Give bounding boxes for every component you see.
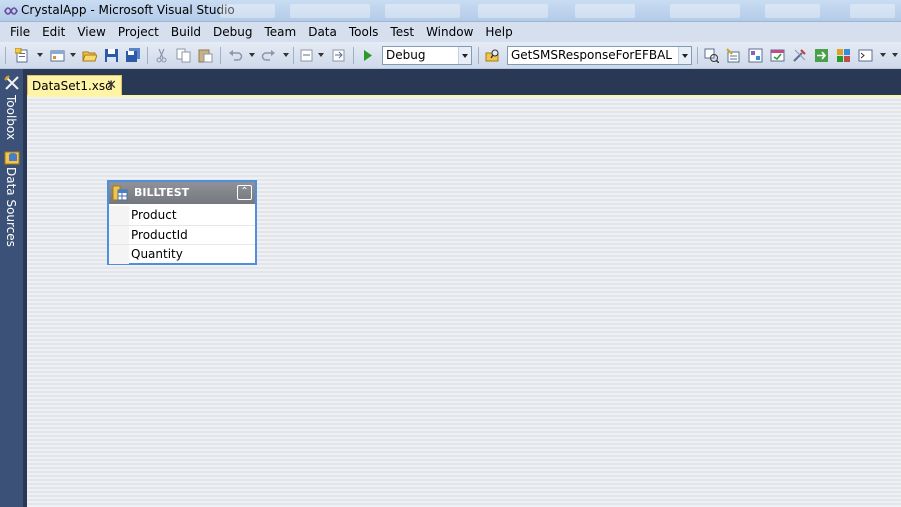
find-in-files-icon[interactable] — [484, 47, 501, 64]
chevron-down-icon[interactable] — [458, 47, 471, 64]
toolbox-tab[interactable]: Toolbox — [2, 73, 22, 147]
datatable-header[interactable]: BILLTEST ⌃ — [109, 182, 255, 204]
window-title: CrystalApp - Microsoft Visual Studio — [21, 3, 235, 17]
column-name: Quantity — [131, 247, 183, 261]
toolbar-separator — [353, 47, 354, 64]
menu-view[interactable]: View — [71, 22, 111, 42]
background-window-tab — [850, 4, 895, 18]
undo-dropdown-icon[interactable] — [249, 53, 255, 57]
paste-icon[interactable] — [197, 47, 214, 64]
toolbox-icon — [4, 75, 19, 90]
document-tab-strip: DataSet1.xsd ✕ — [27, 69, 901, 97]
toolbar-separator — [147, 47, 148, 64]
toolbar-grip — [5, 47, 6, 64]
menu-edit[interactable]: Edit — [36, 22, 71, 42]
data-sources-tab[interactable]: Data Sources — [2, 149, 22, 249]
menu-debug[interactable]: Debug — [207, 22, 258, 42]
find-combo[interactable]: GetSMSResponseForEFBAL — [507, 46, 692, 65]
navigate-backward-dropdown-icon[interactable] — [318, 53, 324, 57]
menu-team[interactable]: Team — [258, 22, 302, 42]
toolbar-separator — [478, 47, 479, 64]
command-window-dropdown-icon[interactable] — [880, 53, 886, 57]
properties-window-icon[interactable] — [725, 47, 742, 64]
background-window-tab — [220, 4, 275, 18]
save-all-icon[interactable] — [125, 47, 142, 64]
row-gutter — [109, 226, 129, 245]
new-project-icon[interactable] — [14, 47, 31, 64]
redo-dropdown-icon[interactable] — [283, 53, 289, 57]
save-icon[interactable] — [103, 47, 120, 64]
add-item-dropdown-icon[interactable] — [70, 53, 76, 57]
tab-dataset1-xsd[interactable]: DataSet1.xsd ✕ — [27, 75, 122, 96]
undo-icon[interactable] — [227, 47, 244, 64]
row-gutter — [109, 206, 129, 225]
dataset-designer-surface[interactable]: BILLTEST ⌃ Product ProductId Quantity — [27, 97, 901, 507]
toolbar-separator — [293, 47, 294, 64]
add-item-icon[interactable] — [49, 47, 66, 64]
toolbar-separator — [697, 47, 698, 64]
menu-data[interactable]: Data — [302, 22, 343, 42]
menu-build[interactable]: Build — [165, 22, 207, 42]
background-window-tab — [575, 4, 635, 18]
standard-toolbar: Debug GetSMSResponseForEFBAL — [0, 42, 901, 69]
menu-tools[interactable]: Tools — [343, 22, 385, 42]
extension-manager-icon[interactable] — [835, 47, 852, 64]
tools-options-icon[interactable] — [791, 47, 808, 64]
data-sources-icon — [4, 151, 20, 165]
title-bar: CrystalApp - Microsoft Visual Studio — [0, 0, 901, 22]
find-combo-value: GetSMSResponseForEFBAL — [511, 48, 672, 62]
column-row-productid[interactable]: ProductId — [109, 225, 255, 245]
datatable-icon — [112, 185, 128, 201]
column-name: ProductId — [131, 228, 188, 242]
menu-file[interactable]: File — [4, 22, 36, 42]
chevron-down-icon[interactable] — [678, 47, 691, 64]
background-window-tab — [478, 4, 548, 18]
solution-explorer-icon[interactable] — [703, 47, 720, 64]
redo-icon[interactable] — [260, 47, 277, 64]
object-browser-icon[interactable] — [747, 47, 764, 64]
column-name: Product — [131, 208, 177, 222]
navigate-backward-icon[interactable] — [298, 47, 315, 64]
import-export-icon[interactable] — [813, 47, 830, 64]
open-file-icon[interactable] — [81, 47, 98, 64]
left-dock-strip: Toolbox Data Sources — [0, 69, 25, 507]
datatable-billtest[interactable]: BILLTEST ⌃ Product ProductId Quantity — [107, 180, 257, 265]
cut-icon[interactable] — [153, 47, 170, 64]
toolbox-tab-label: Toolbox — [4, 95, 18, 140]
background-window-tab — [290, 4, 370, 18]
new-project-dropdown-icon[interactable] — [37, 53, 43, 57]
toolbar-overflow-icon[interactable] — [892, 53, 898, 57]
copy-icon[interactable] — [175, 47, 192, 64]
data-sources-tab-label: Data Sources — [4, 167, 18, 247]
menu-window[interactable]: Window — [420, 22, 479, 42]
background-window-tab — [765, 4, 820, 18]
column-row-quantity[interactable]: Quantity — [109, 244, 255, 264]
menu-help[interactable]: Help — [479, 22, 518, 42]
tab-label: DataSet1.xsd — [32, 79, 113, 93]
navigate-forward-icon[interactable] — [330, 47, 347, 64]
datatable-name: BILLTEST — [134, 186, 190, 199]
column-row-product[interactable]: Product — [109, 206, 255, 225]
solution-configuration-select[interactable]: Debug — [382, 46, 472, 65]
toolbar-separator — [220, 47, 221, 64]
visual-studio-icon — [4, 7, 18, 15]
background-window-tab — [670, 4, 740, 18]
start-debugging-icon[interactable] — [359, 47, 376, 64]
command-window-icon[interactable] — [857, 47, 874, 64]
menu-bar: File Edit View Project Build Debug Team … — [0, 22, 901, 42]
datatable-columns: Product ProductId Quantity — [109, 206, 255, 264]
row-gutter — [109, 245, 129, 264]
close-icon[interactable]: ✕ — [106, 78, 117, 93]
solution-configuration-value: Debug — [386, 48, 426, 62]
collapse-icon[interactable]: ⌃ — [237, 185, 252, 200]
menu-test[interactable]: Test — [384, 22, 420, 42]
background-window-tab — [385, 4, 460, 18]
start-page-icon[interactable] — [769, 47, 786, 64]
menu-project[interactable]: Project — [112, 22, 165, 42]
